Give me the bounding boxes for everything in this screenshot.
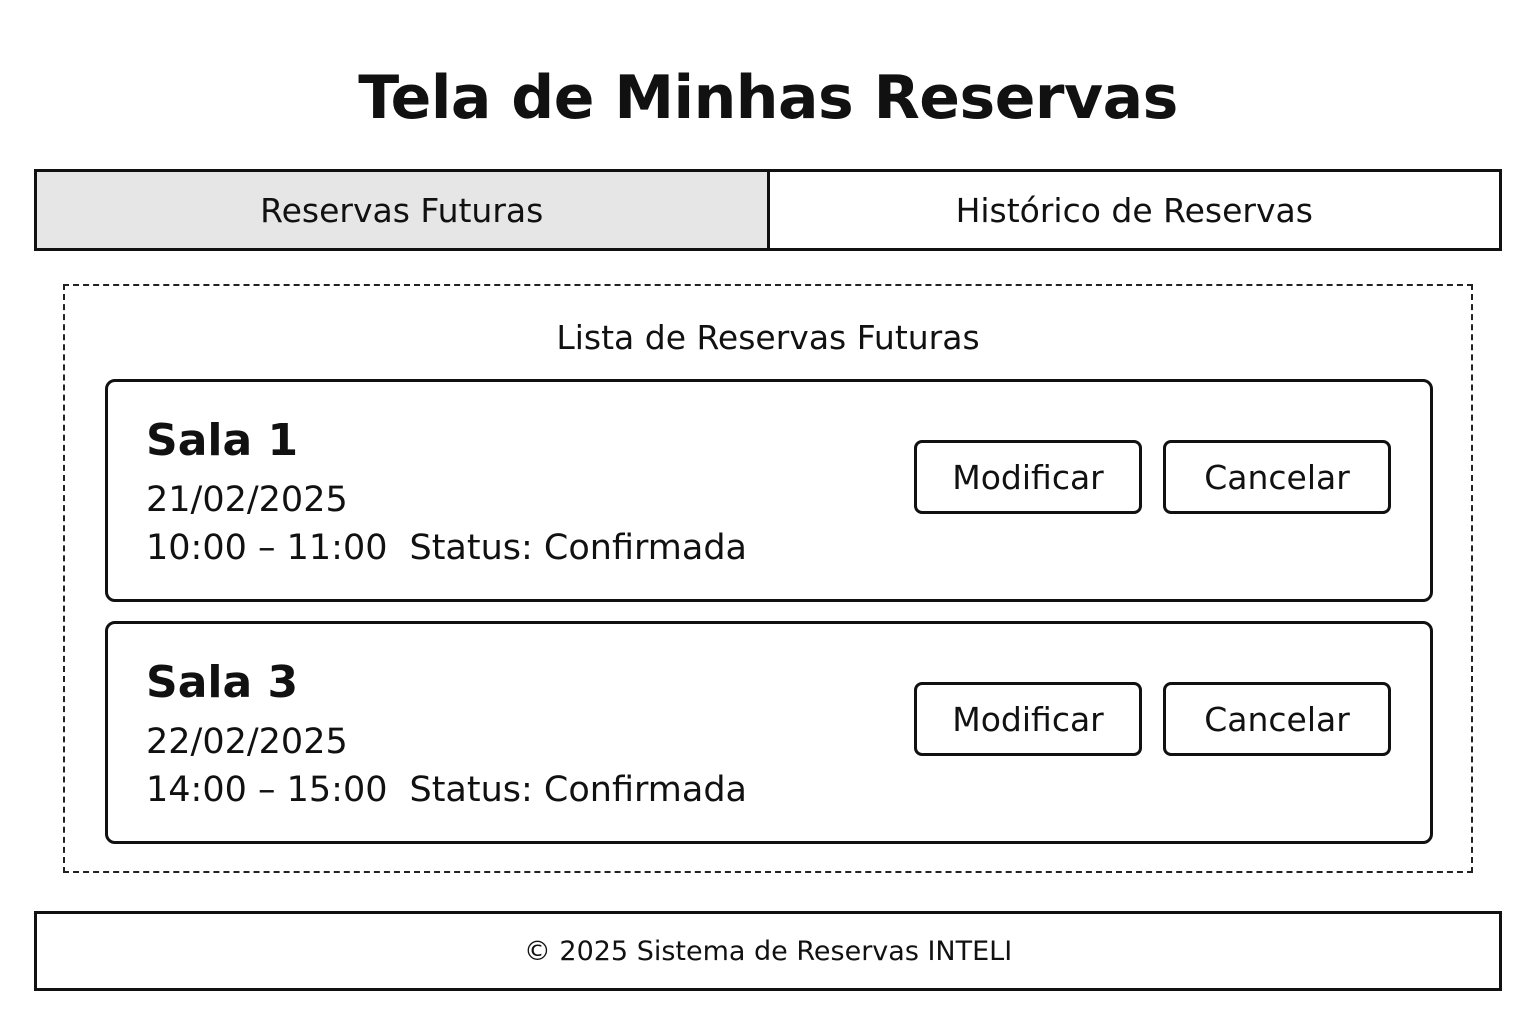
reservation-room: Sala 1 — [146, 415, 299, 466]
my-reservations-page: Tela de Minhas Reservas Reservas Futuras… — [0, 0, 1536, 1024]
footer-text: © 2025 Sistema de Reservas INTELI — [523, 935, 1013, 967]
reservation-tabs: Reservas Futuras Histórico de Reservas — [34, 169, 1502, 251]
reservation-time: 14:00 – 15:00 — [146, 770, 388, 810]
cancel-button[interactable]: Cancelar — [1163, 440, 1391, 514]
page-title: Tela de Minhas Reservas — [358, 63, 1178, 133]
tab-reservation-history[interactable]: Histórico de Reservas — [769, 172, 1499, 248]
reservation-room: Sala 3 — [146, 657, 299, 708]
modify-button[interactable]: Modificar — [914, 440, 1142, 514]
modify-button[interactable]: Modificar — [914, 682, 1142, 756]
reservation-date: 21/02/2025 — [146, 480, 348, 520]
cancel-button[interactable]: Cancelar — [1163, 682, 1391, 756]
reservation-details: 10:00 – 11:00 Status: Confirmada — [146, 526, 747, 570]
reservation-status: Status: Confirmada — [409, 528, 747, 568]
tab-future-reservations[interactable]: Reservas Futuras — [37, 172, 770, 248]
reservation-status: Status: Confirmada — [409, 770, 747, 810]
footer: © 2025 Sistema de Reservas INTELI — [34, 911, 1502, 991]
list-title: Lista de Reservas Futuras — [556, 318, 980, 357]
reservation-date: 22/02/2025 — [146, 722, 348, 762]
reservation-time: 10:00 – 11:00 — [146, 528, 388, 568]
reservation-card: Sala 1 21/02/2025 10:00 – 11:00 Status: C… — [105, 379, 1433, 602]
future-reservations-list: Lista de Reservas Futuras Sala 1 21/02/2… — [63, 284, 1473, 873]
reservation-card: Sala 3 22/02/2025 14:00 – 15:00 Status: C… — [105, 621, 1433, 844]
reservation-details: 14:00 – 15:00 Status: Confirmada — [146, 768, 747, 812]
